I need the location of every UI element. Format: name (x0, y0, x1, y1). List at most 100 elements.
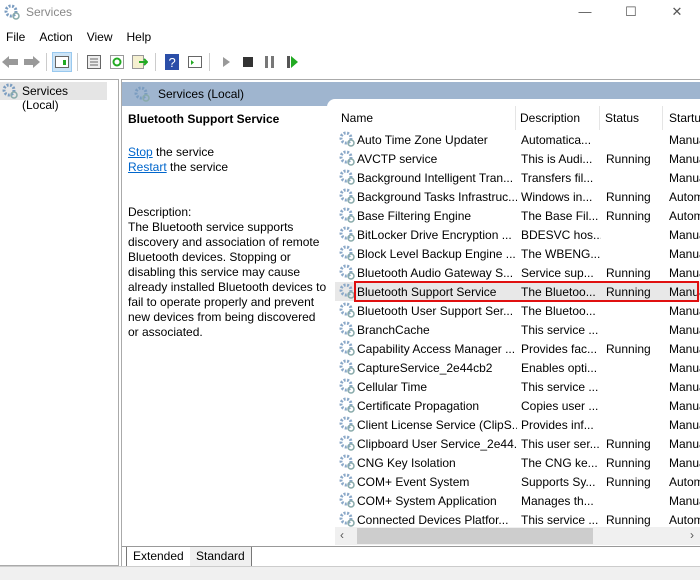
start-service-icon[interactable] (216, 52, 236, 72)
service-row[interactable]: Auto Time Zone Updater Automatica... Man… (335, 130, 700, 149)
service-row[interactable]: Background Intelligent Tran... Transfers… (335, 168, 700, 187)
pause-service-icon[interactable] (260, 52, 280, 72)
service-description: Transfers fil... (521, 171, 594, 185)
column-header-status[interactable]: Status (605, 106, 663, 130)
service-description: The Bluetoo... (521, 304, 596, 318)
service-startup-type: Automatic (669, 475, 700, 489)
service-name: Auto Time Zone Updater (357, 133, 488, 147)
service-status: Running (606, 266, 651, 280)
service-startup-type: Manual (669, 266, 700, 280)
menu-help[interactable]: Help (121, 28, 158, 44)
action-pane-icon[interactable] (185, 52, 205, 72)
service-startup-type: Automatic (669, 209, 700, 223)
gear-icon (134, 86, 150, 102)
service-description: Provides fac... (521, 342, 598, 356)
service-row[interactable]: CNG Key Isolation The CNG ke... Running … (335, 453, 700, 472)
gear-icon (339, 131, 355, 150)
scroll-right-icon[interactable]: › (690, 528, 694, 542)
gear-icon (339, 473, 355, 492)
gear-icon (339, 378, 355, 397)
gear-icon (339, 321, 355, 340)
menu-view[interactable]: View (81, 28, 119, 44)
service-row[interactable]: CaptureService_2e44cb2 Enables opti... M… (335, 358, 700, 377)
export-list-icon[interactable] (130, 52, 150, 72)
refresh-icon[interactable] (107, 52, 127, 72)
service-name: BitLocker Drive Encryption ... (357, 228, 512, 242)
service-row[interactable]: Base Filtering Engine The Base Fil... Ru… (335, 206, 700, 225)
selection-highlight (354, 281, 699, 302)
service-name: Base Filtering Engine (357, 209, 472, 223)
gear-icon (339, 302, 355, 321)
service-row[interactable]: Cellular Time This service ... Manual (335, 377, 700, 396)
scroll-left-icon[interactable]: ‹ (340, 528, 344, 542)
service-startup-type: Manual (669, 247, 700, 261)
service-name: Bluetooth User Support Ser... (357, 304, 514, 318)
tree-item-services-local[interactable]: Services (Local) (0, 82, 107, 112)
service-name: CaptureService_2e44cb2 (357, 361, 493, 375)
close-button[interactable]: ✕ (654, 0, 700, 24)
service-description: The WBENG... (521, 247, 601, 261)
restart-text: the service (166, 160, 229, 174)
window-title: Services (26, 5, 73, 19)
service-row[interactable]: COM+ Event System Supports Sy... Running… (335, 472, 700, 491)
service-row[interactable]: AVCTP service This is Audi... Running Ma… (335, 149, 700, 168)
stop-link[interactable]: Stop (128, 145, 153, 159)
show-hide-tree-icon[interactable] (52, 52, 72, 72)
service-row[interactable]: Certificate Propagation Copies user ... … (335, 396, 700, 415)
service-startup-type: Manual (669, 228, 700, 242)
service-name: COM+ System Application (357, 494, 497, 508)
gear-icon (339, 188, 355, 207)
scrollbar-thumb[interactable] (357, 528, 593, 544)
gear-icon (339, 264, 355, 283)
service-row[interactable]: Bluetooth Audio Gateway S... Service sup… (335, 263, 700, 282)
service-row[interactable]: Clipboard User Service_2e44... This user… (335, 434, 700, 453)
service-startup-type: Manual (669, 494, 700, 508)
gear-icon (339, 435, 355, 454)
service-description: Supports Sy... (521, 475, 596, 489)
service-row[interactable]: Background Tasks Infrastruc... Windows i… (335, 187, 700, 206)
maximize-button[interactable]: ☐ (608, 0, 654, 24)
service-startup-type: Manual (669, 399, 700, 413)
service-name: Capability Access Manager ... (357, 342, 516, 356)
minimize-button[interactable]: — (562, 0, 608, 24)
tab-standard[interactable]: Standard (190, 547, 252, 566)
service-status: Running (606, 437, 651, 451)
restart-service-icon[interactable] (283, 52, 303, 72)
service-description: Windows in... (521, 190, 593, 204)
service-row[interactable]: BitLocker Drive Encryption ... BDESVC ho… (335, 225, 700, 244)
service-row[interactable]: Bluetooth User Support Ser... The Blueto… (335, 301, 700, 320)
column-header-description[interactable]: Description (520, 106, 600, 130)
menu-action[interactable]: Action (33, 28, 78, 44)
properties-icon[interactable] (84, 52, 104, 72)
service-row[interactable]: Capability Access Manager ... Provides f… (335, 339, 700, 358)
service-description: The CNG ke... (521, 456, 598, 470)
gear-icon (339, 169, 355, 188)
horizontal-scrollbar[interactable]: ‹ › (335, 527, 700, 545)
service-name: Bluetooth Audio Gateway S... (357, 266, 514, 280)
service-title: Bluetooth Support Service (128, 112, 280, 126)
service-startup-type: Manual (669, 304, 700, 318)
restart-link[interactable]: Restart (128, 160, 167, 174)
service-row[interactable]: COM+ System Application Manages th... Ma… (335, 491, 700, 510)
gear-icon (339, 340, 355, 359)
help-icon[interactable]: ? (162, 52, 182, 72)
service-details: Bluetooth Support Service Stop the servi… (128, 112, 328, 340)
service-row[interactable]: BranchCache This service ... Manual (335, 320, 700, 339)
service-row[interactable]: Block Level Backup Engine ... The WBENG.… (335, 244, 700, 263)
menu-file[interactable]: File (0, 28, 31, 44)
menu-bar: File Action View Help (0, 28, 157, 48)
back-arrow-icon[interactable] (0, 52, 20, 72)
service-row[interactable]: Bluetooth Support Service The Bluetoo...… (335, 281, 700, 302)
stop-service-icon[interactable] (238, 52, 258, 72)
service-description: The Base Fil... (521, 209, 599, 223)
tab-extended[interactable]: Extended (126, 547, 191, 566)
service-name: Client License Service (ClipS... (357, 418, 517, 432)
service-name: Connected Devices Platfor... (357, 513, 509, 527)
service-description: Manages th... (521, 494, 594, 508)
forward-arrow-icon[interactable] (22, 52, 42, 72)
service-startup-type: Manual (669, 323, 700, 337)
service-name: Certificate Propagation (357, 399, 480, 413)
column-header-startup-type[interactable]: Startup Type (669, 106, 700, 130)
service-row[interactable]: Client License Service (ClipS... Provide… (335, 415, 700, 434)
column-header-name[interactable]: Name (341, 106, 516, 130)
